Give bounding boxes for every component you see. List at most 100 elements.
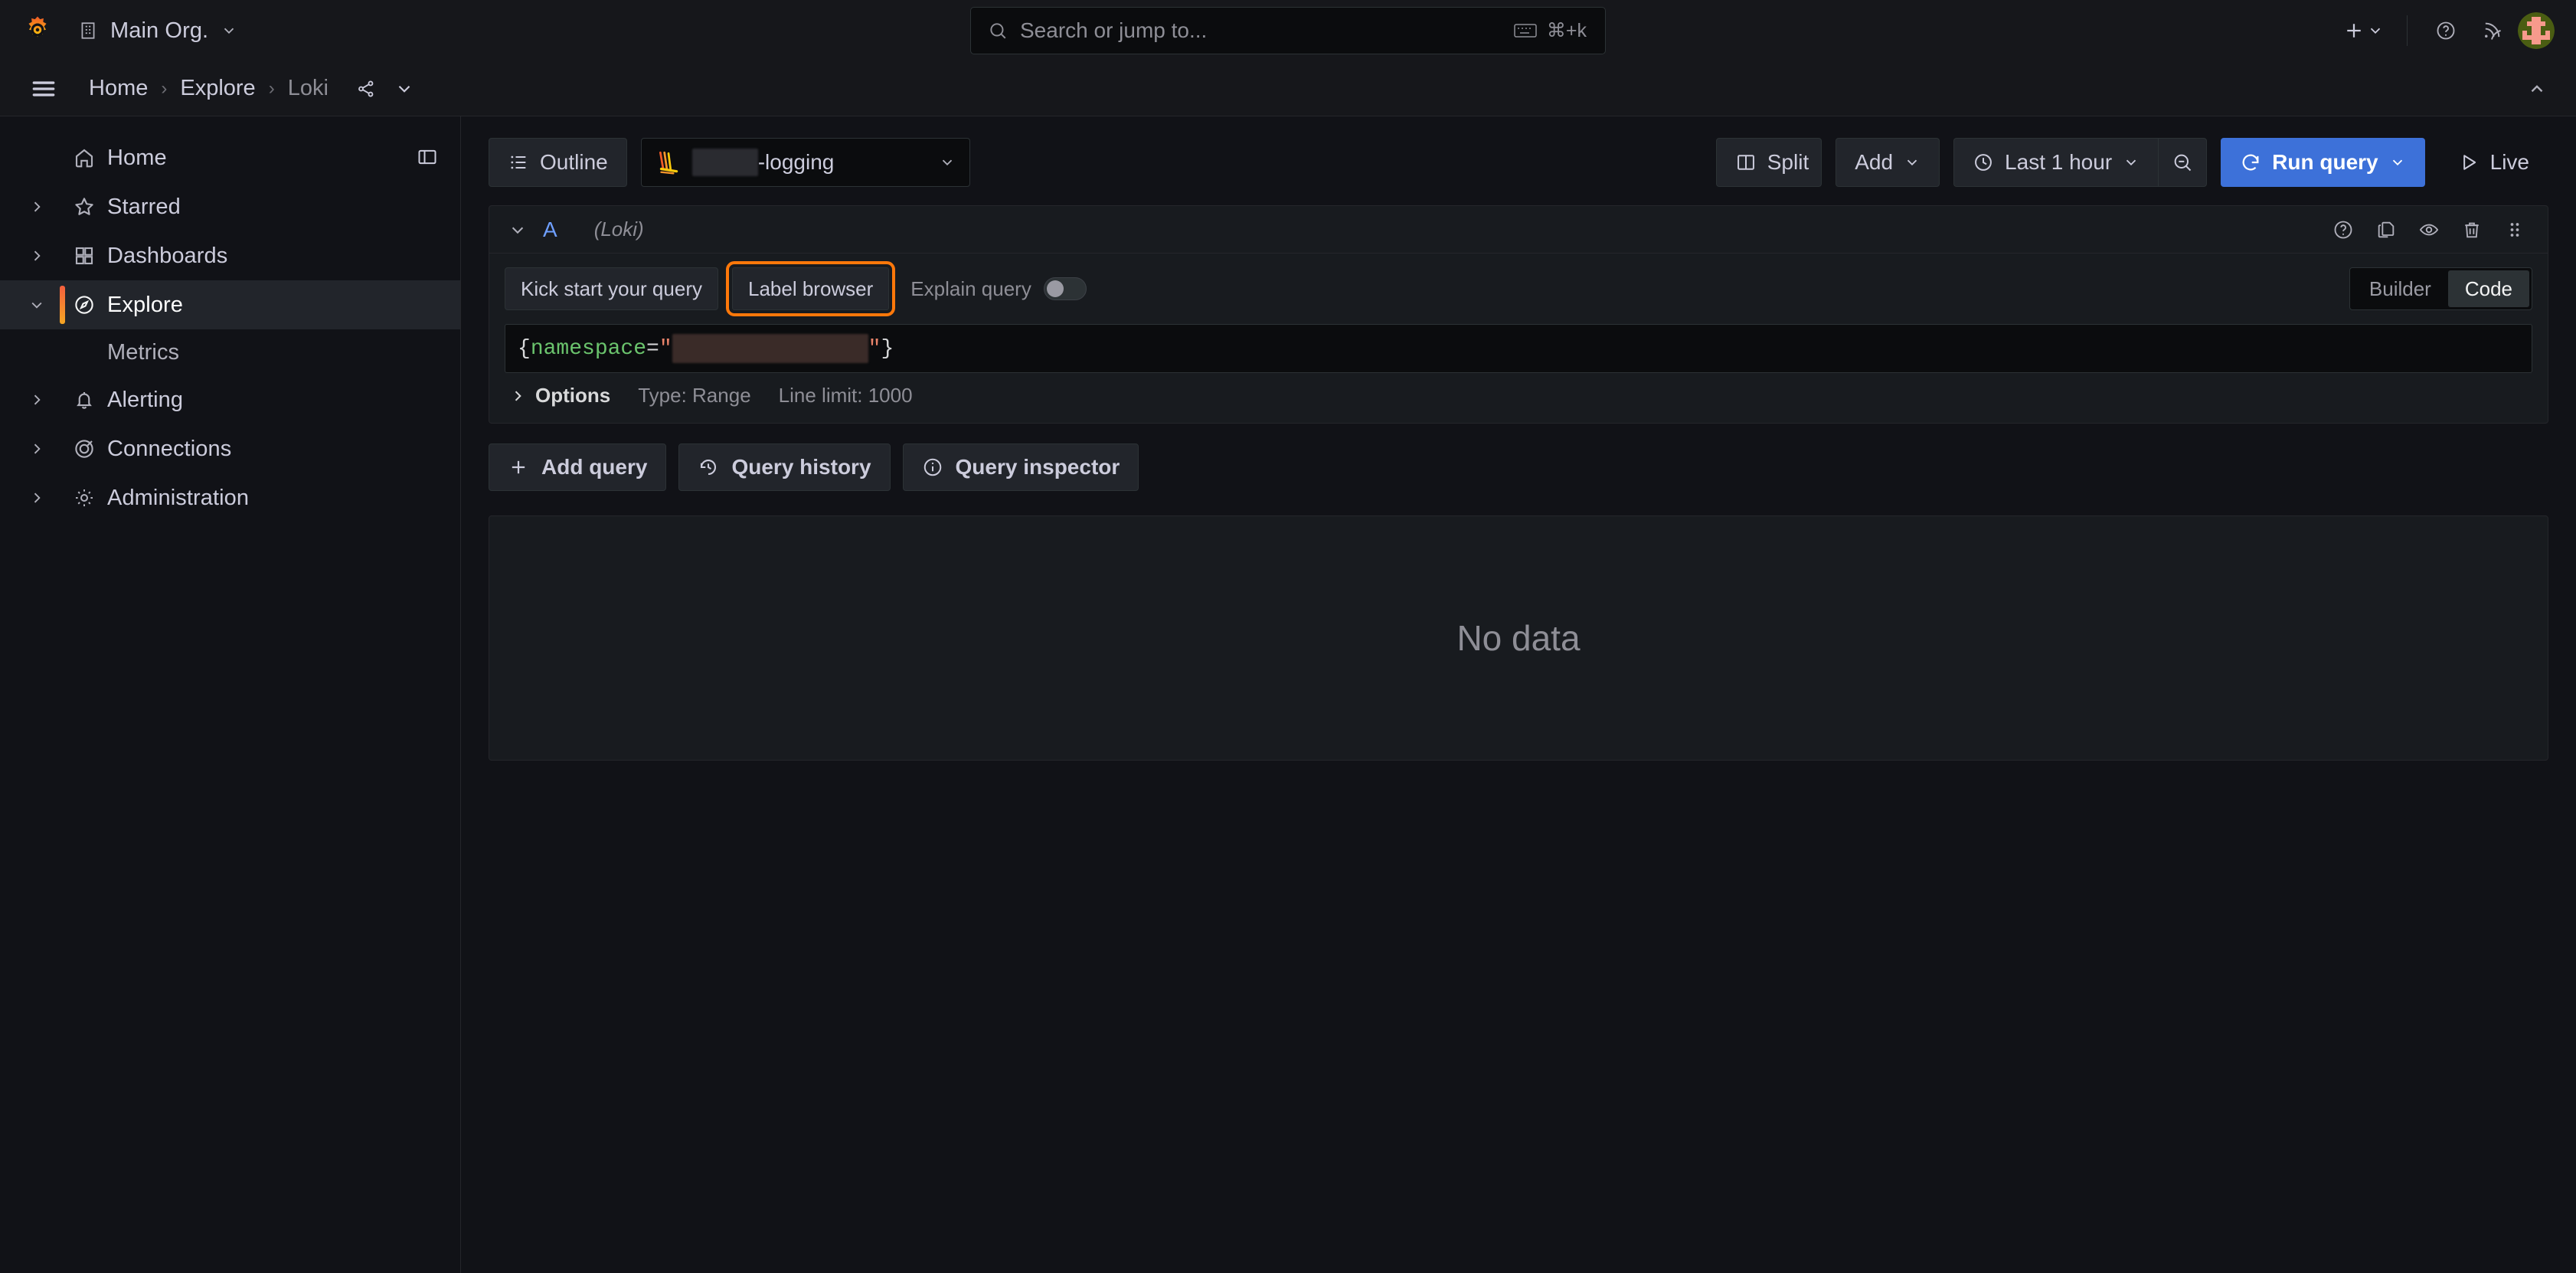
add-panel-button[interactable]: Add xyxy=(1836,138,1940,187)
add-new-button[interactable] xyxy=(2338,16,2388,45)
add-query-button[interactable]: Add query xyxy=(489,443,667,491)
gear-icon xyxy=(61,486,107,509)
query-code-editor[interactable]: {namespace = " "} xyxy=(505,324,2532,373)
outline-button-label: Outline xyxy=(540,150,608,174)
datasource-name-suffix: -logging xyxy=(757,150,835,174)
sidebar-item-connections[interactable]: Connections xyxy=(0,424,460,473)
hamburger-menu-button[interactable] xyxy=(21,67,66,111)
sidebar-expander-explore[interactable] xyxy=(12,280,61,329)
query-row-header: A (Loki) xyxy=(489,206,2548,254)
query-help-button[interactable] xyxy=(2326,212,2361,247)
global-search-wrapper: Search or jump to... ⌘+k xyxy=(970,7,1606,54)
explain-query-toggle[interactable] xyxy=(1043,277,1087,300)
sidebar-expander-administration[interactable] xyxy=(12,473,61,522)
run-query-button[interactable]: Run query xyxy=(2221,138,2425,187)
chevron-down-icon xyxy=(31,302,42,309)
sidebar-item-label: Starred xyxy=(107,194,181,219)
chevron-down-icon xyxy=(942,159,952,166)
sidebar-item-label: Connections xyxy=(107,436,232,461)
run-query-label: Run query xyxy=(2272,150,2378,174)
expand-options-button[interactable] xyxy=(505,388,531,404)
toggle-query-visibility-button[interactable] xyxy=(2411,212,2447,247)
zoom-out-time-button[interactable] xyxy=(2158,138,2208,187)
clock-icon xyxy=(1975,154,1992,171)
label-browser-button[interactable]: Label browser xyxy=(725,261,896,316)
star-icon xyxy=(61,195,107,218)
tab-builder[interactable]: Builder xyxy=(2352,270,2448,307)
search-minus-icon xyxy=(2174,154,2192,172)
sidebar-item-explore[interactable]: Explore xyxy=(0,280,460,329)
sidebar-item-label: Dashboards xyxy=(107,243,228,268)
breadcrumb-more-button[interactable] xyxy=(387,71,422,106)
expression-close-brace: } xyxy=(881,336,894,361)
chevron-right-icon xyxy=(34,493,41,503)
columns-icon xyxy=(1737,155,1754,170)
breadcrumb: Home › Explore › Loki xyxy=(84,73,333,104)
chevron-right-icon xyxy=(34,394,41,405)
time-range-label: Last 1 hour xyxy=(2005,150,2113,174)
query-inspector-button[interactable]: Query inspector xyxy=(902,443,1139,491)
expression-value-redacted xyxy=(672,334,868,363)
sidebar-expander-connections[interactable] xyxy=(12,424,61,473)
query-row-actions xyxy=(2326,212,2532,247)
share-button[interactable] xyxy=(348,71,384,106)
sidebar-item-starred[interactable]: Starred xyxy=(0,182,460,231)
search-shortcut-text: ⌘+k xyxy=(1546,20,1587,41)
profile-avatar[interactable] xyxy=(2518,12,2555,49)
live-tail-button[interactable]: Live xyxy=(2439,138,2548,187)
time-range-picker[interactable]: Last 1 hour xyxy=(1953,138,2159,187)
add-button-label: Add xyxy=(1855,150,1894,174)
apps-grid-icon xyxy=(61,244,107,267)
news-button[interactable] xyxy=(2472,11,2512,51)
breadcrumb-item-home[interactable]: Home xyxy=(84,73,152,104)
sidebar-expander-alerting[interactable] xyxy=(12,375,61,424)
collapse-toolbar-button[interactable] xyxy=(2519,71,2555,106)
options-line-limit: Line limit: 1000 xyxy=(778,384,913,407)
grafana-logo-icon[interactable] xyxy=(21,15,54,47)
outline-button[interactable]: Outline xyxy=(489,138,627,187)
collapse-query-button[interactable] xyxy=(503,221,532,238)
breadcrumb-actions xyxy=(348,71,422,106)
home-icon xyxy=(61,146,107,169)
top-navigation-bar: Main Org. Search or jump to... ⌘+k xyxy=(0,0,2576,61)
topbar-left-cluster: Main Org. xyxy=(0,14,245,48)
sidebar-item-alerting[interactable]: Alerting xyxy=(0,375,460,424)
chevron-down-icon xyxy=(512,227,524,234)
options-type: Type: Range xyxy=(638,384,751,407)
tab-code[interactable]: Code xyxy=(2447,270,2529,307)
breadcrumb-item-loki: Loki xyxy=(287,76,329,100)
remove-query-button[interactable] xyxy=(2454,212,2489,247)
breadcrumb-item-explore[interactable]: Explore xyxy=(175,73,260,104)
kickstart-query-button[interactable]: Kick start your query xyxy=(505,267,718,310)
results-panel: No data xyxy=(489,515,2548,761)
question-circle-icon xyxy=(2437,21,2455,40)
split-button[interactable]: Split xyxy=(1715,138,1822,187)
drag-query-handle[interactable] xyxy=(2497,212,2532,247)
datasource-name: -logging xyxy=(691,149,835,176)
help-button[interactable] xyxy=(2426,11,2466,51)
bell-icon xyxy=(61,388,107,411)
org-switcher[interactable]: Main Org. xyxy=(70,14,245,48)
loki-logo-icon xyxy=(659,151,678,175)
sidebar-item-dashboards[interactable]: Dashboards xyxy=(0,231,460,280)
sidebar-item-administration[interactable]: Administration xyxy=(0,473,460,522)
chevron-right-icon xyxy=(515,390,521,401)
search-input[interactable]: Search or jump to... ⌘+k xyxy=(970,7,1606,54)
sidebar-expander-dashboards[interactable] xyxy=(12,231,61,280)
sidebar-item-home[interactable]: Home xyxy=(0,133,460,182)
chevron-right-icon xyxy=(34,443,41,454)
sidebar-item-metrics[interactable]: Metrics xyxy=(0,329,460,375)
duplicate-query-button[interactable] xyxy=(2368,212,2404,247)
expression-open-quote: " xyxy=(659,336,672,361)
explore-main: Outline -logging Split Add Last 1 hour R… xyxy=(461,116,2576,1273)
sidebar-expander-starred[interactable] xyxy=(12,182,61,231)
connections-icon xyxy=(61,437,107,460)
query-ref-id[interactable]: A xyxy=(543,218,557,242)
query-history-button[interactable]: Query history xyxy=(678,443,891,491)
options-title[interactable]: Options xyxy=(535,384,610,407)
chevron-down-icon xyxy=(2127,159,2136,166)
chevron-down-icon xyxy=(1907,159,1917,166)
hamburger-menu-icon xyxy=(32,80,55,97)
datasource-picker[interactable]: -logging xyxy=(640,138,970,187)
compass-icon xyxy=(61,293,107,316)
